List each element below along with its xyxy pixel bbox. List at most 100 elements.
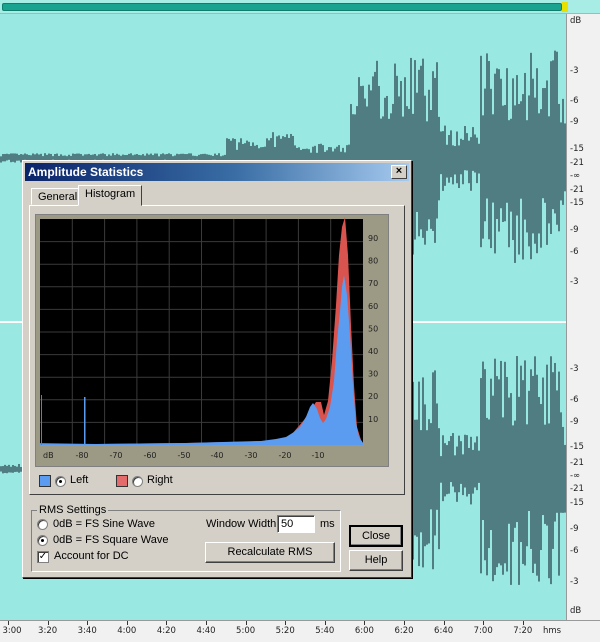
waveform-bar <box>540 404 542 551</box>
time-tick-label: 4:40 <box>196 626 216 636</box>
help-button[interactable]: Help <box>349 550 403 571</box>
waveform-bar <box>550 61 552 234</box>
top_channel-tick-label: -6 <box>570 247 579 257</box>
right-color-swatch[interactable] <box>116 475 128 487</box>
waveform-bar <box>452 145 454 185</box>
waveform-bar <box>452 433 454 487</box>
time-tick <box>245 621 247 625</box>
left-spike-mid <box>84 397 86 445</box>
left-color-swatch[interactable] <box>39 475 51 487</box>
waveform-bar <box>462 139 464 185</box>
waveform-bar <box>558 103 560 232</box>
overview-scrollbar-thumb[interactable] <box>2 3 562 11</box>
waveform-bar <box>536 374 538 576</box>
close-icon[interactable]: × <box>391 165 407 179</box>
waveform-bar <box>480 378 482 574</box>
window-width-input[interactable] <box>277 515 315 533</box>
histogram-svg: dB -80 -70 -60 -50 -40 -30 -20 -10 90 80 70 60 50 40 3… <box>40 217 378 460</box>
histogram-x-tick-label: -60 <box>143 451 156 460</box>
amplitude-ruler: dB -3 -6 -9 -15 -21 -∞ -21 -15 -9 -6 -3 -3 -6 -9 -15 -21… <box>566 14 600 620</box>
waveform-bar <box>486 417 488 576</box>
recalculate-rms-button[interactable]: Recalculate RMS <box>205 542 335 563</box>
amplitude-statistics-dialog: Amplitude Statistics × General Histogram… <box>22 160 412 578</box>
close-button[interactable]: Close <box>349 525 403 547</box>
waveform-bar <box>4 464 6 473</box>
waveform-bar <box>552 60 554 210</box>
time-tick <box>522 621 524 625</box>
waveform-bar <box>434 77 436 243</box>
waveform-bar <box>484 369 486 561</box>
waveform-bar <box>448 441 450 494</box>
waveform-bar <box>518 396 520 585</box>
histogram-x-tick-label: -30 <box>244 451 257 460</box>
waveform-bar <box>542 377 544 516</box>
time-tick <box>404 621 405 625</box>
waveform-bar <box>418 381 420 567</box>
waveform-bar <box>540 109 542 248</box>
waveform-bar <box>432 372 434 570</box>
waveform-bar <box>554 362 556 522</box>
dialog-title: Amplitude Statistics <box>28 165 144 179</box>
bottom_channel-tick-label: -15 <box>570 498 584 508</box>
histogram-chart: dB -80 -70 -60 -50 -40 -30 -20 -10 90 80 70 60 50 40 3… <box>35 214 389 467</box>
histogram-y-tick-label: 60 <box>368 302 378 311</box>
waveform-bar <box>414 419 416 536</box>
waveform-bar <box>462 454 464 496</box>
histogram-x-tick-label: -50 <box>177 451 190 460</box>
square-wave-label[interactable]: 0dB = FS Square Wave <box>53 534 168 546</box>
account-for-dc-checkbox[interactable]: ✓ <box>37 551 49 563</box>
waveform-bar <box>556 51 558 225</box>
histogram-y-tick-label: 30 <box>368 370 378 379</box>
time-ruler: 3:00 3:20 3:40 4:00 4:20 4:40 5:00 5:20 5:40 6:00… <box>0 620 600 642</box>
waveform-bar <box>458 145 460 189</box>
left-channel-radio[interactable] <box>55 476 66 487</box>
left-spike-low <box>41 395 42 445</box>
top_channel-tick-label: -21 <box>570 158 584 168</box>
waveform-bar <box>466 133 468 171</box>
waveform-bar <box>2 466 4 474</box>
time-tick <box>126 621 128 625</box>
bottom_channel-tick-label: -21 <box>570 484 584 494</box>
waveform-bar <box>438 116 440 201</box>
waveform-bar <box>430 423 432 510</box>
waveform-bar <box>2 154 4 162</box>
waveform-bar <box>14 465 16 472</box>
waveform-bar <box>8 464 10 473</box>
waveform-bar <box>10 153 12 163</box>
tab-general[interactable]: General <box>31 188 85 205</box>
waveform-bar <box>508 397 510 524</box>
waveform-bar <box>492 395 494 582</box>
waveform-bar <box>18 464 20 473</box>
waveform-bar <box>562 98 564 205</box>
sine-wave-radio[interactable] <box>37 519 48 530</box>
time-tick <box>364 621 366 625</box>
waveform-bar <box>478 450 480 483</box>
histogram-y-tick-label: 40 <box>368 347 378 356</box>
waveform-bar <box>418 69 420 237</box>
waveform-bar <box>534 97 536 244</box>
waveform-bar <box>478 143 480 174</box>
waveform-bar <box>476 436 478 491</box>
overview-scrollbar[interactable] <box>0 0 600 14</box>
right-channel-radio[interactable] <box>132 476 143 487</box>
sine-wave-label[interactable]: 0dB = FS Sine Wave <box>53 518 155 530</box>
waveform-bar <box>446 144 448 178</box>
left-channel-label: Left <box>70 474 89 486</box>
waveform-bar <box>412 381 414 560</box>
waveform-bar <box>562 426 564 513</box>
top_channel-tick-label: -9 <box>570 225 579 235</box>
dialog-titlebar[interactable]: Amplitude Statistics × <box>25 163 409 181</box>
time-tick-label: 5:40 <box>315 626 335 636</box>
waveform-bar <box>454 146 456 175</box>
tab-histogram[interactable]: Histogram <box>78 185 143 206</box>
waveform-bar <box>504 361 506 564</box>
waveform-bar <box>0 466 2 472</box>
waveform-bar <box>10 466 12 473</box>
square-wave-radio[interactable] <box>37 535 48 546</box>
histogram-x-tick-label: dB <box>43 451 54 460</box>
waveform-bar <box>528 390 530 511</box>
waveform-bar <box>530 52 532 260</box>
waveform-bar <box>466 435 468 497</box>
account-for-dc-label[interactable]: Account for DC <box>54 550 129 562</box>
waveform-bar <box>538 113 540 234</box>
